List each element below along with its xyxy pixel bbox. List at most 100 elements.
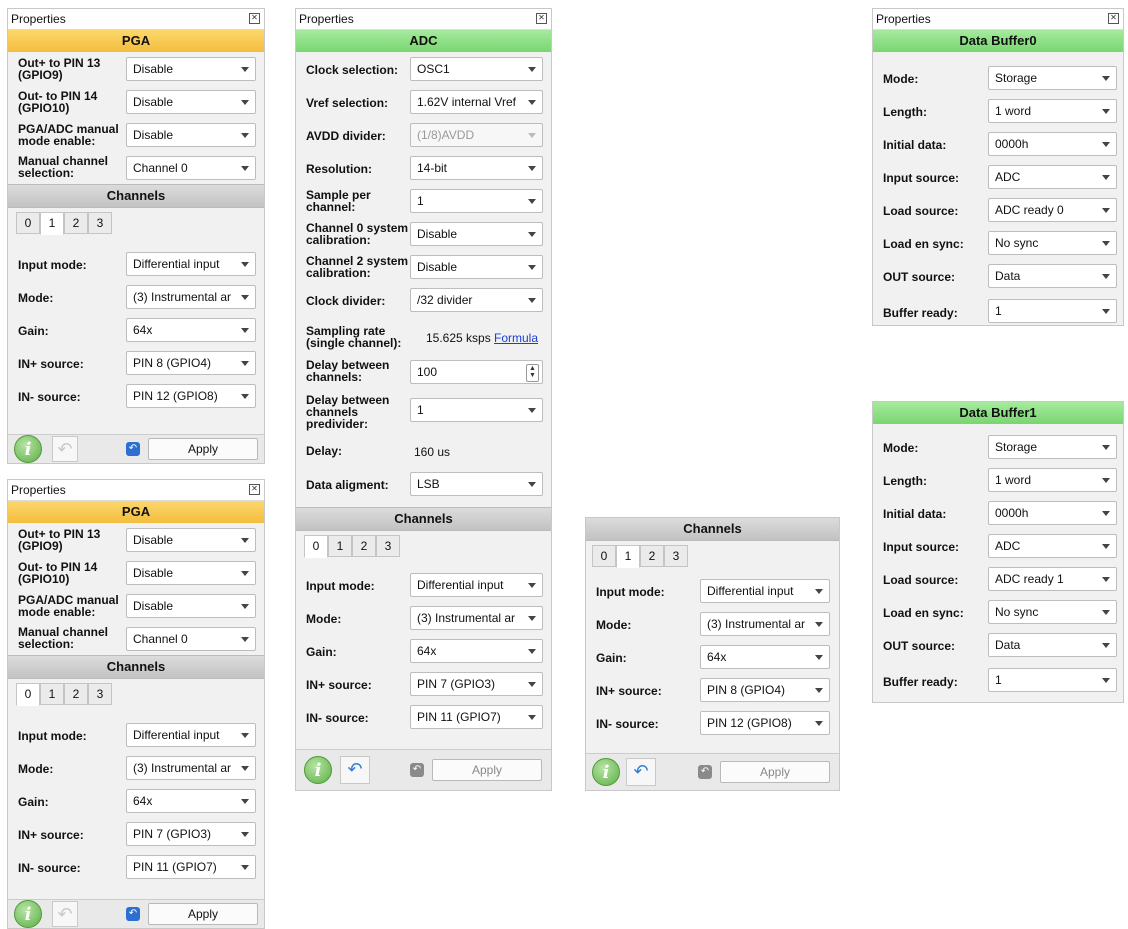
mode-select[interactable]: (3) Instrumental ar — [700, 612, 830, 636]
length-select[interactable]: 1 word — [988, 99, 1117, 123]
undo-icon[interactable]: ↶ — [52, 901, 78, 927]
manual-channel-select[interactable]: Channel 0 — [126, 156, 256, 180]
ch0-calibration-select[interactable]: Disable — [410, 222, 543, 246]
info-icon[interactable]: i — [14, 435, 42, 463]
input-source-select[interactable]: ADC — [988, 165, 1117, 189]
in-minus-select[interactable]: PIN 11 (GPIO7) — [126, 855, 256, 879]
gain-select[interactable]: 64x — [410, 639, 543, 663]
data-alignment-select[interactable]: LSB — [410, 472, 543, 496]
info-icon[interactable]: i — [592, 758, 620, 786]
mode-select[interactable]: Storage — [988, 435, 1117, 459]
buffer-ready-select[interactable]: 1 — [988, 668, 1117, 692]
initial-data-select[interactable]: 0000h — [988, 501, 1117, 525]
manual-mode-select[interactable]: Disable — [126, 123, 256, 147]
in-plus-select[interactable]: PIN 8 (GPIO4) — [700, 678, 830, 702]
out-minus-select[interactable]: Disable — [126, 561, 256, 585]
formula-link[interactable]: Formula — [494, 331, 538, 345]
out-minus-select[interactable]: Disable — [126, 90, 256, 114]
manual-channel-select[interactable]: Channel 0 — [126, 627, 256, 651]
apply-button[interactable]: Apply — [148, 438, 258, 460]
channels-header: Channels — [296, 507, 551, 531]
mode-select[interactable]: (3) Instrumental ar — [410, 606, 543, 630]
mode-select[interactable]: Storage — [988, 66, 1117, 90]
clock-selection-value: OSC1 — [417, 62, 450, 76]
tab-3[interactable]: 3 — [664, 545, 688, 567]
clock-divider-select[interactable]: /32 divider — [410, 288, 543, 312]
sample-per-channel-select[interactable]: 1 — [410, 189, 543, 213]
tab-1[interactable]: 1 — [616, 545, 640, 568]
tab-0[interactable]: 0 — [16, 683, 40, 706]
load-en-sync-select[interactable]: No sync — [988, 231, 1117, 255]
tab-1[interactable]: 1 — [328, 535, 352, 557]
close-icon[interactable]: ✕ — [249, 13, 260, 24]
info-icon[interactable]: i — [304, 756, 332, 784]
tab-3[interactable]: 3 — [88, 683, 112, 705]
tab-2[interactable]: 2 — [64, 212, 88, 234]
small-undo-icon[interactable]: ↶ — [126, 907, 140, 921]
clock-selection-select[interactable]: OSC1 — [410, 57, 543, 81]
tab-1[interactable]: 1 — [40, 212, 64, 235]
in-minus-select[interactable]: PIN 11 (GPIO7) — [410, 705, 543, 729]
input-source-value: ADC — [995, 170, 1021, 184]
close-icon[interactable]: ✕ — [536, 13, 547, 24]
input-mode-select[interactable]: Differential input — [126, 252, 256, 276]
info-icon[interactable]: i — [14, 900, 42, 928]
close-icon[interactable]: ✕ — [249, 484, 260, 495]
apply-button[interactable]: Apply — [432, 759, 542, 781]
tab-2[interactable]: 2 — [352, 535, 376, 557]
out-source-select[interactable]: Data — [988, 264, 1117, 288]
in-plus-select[interactable]: PIN 8 (GPIO4) — [126, 351, 256, 375]
undo-icon[interactable]: ↶ — [52, 436, 78, 462]
in-plus-select[interactable]: PIN 7 (GPIO3) — [126, 822, 256, 846]
avdd-divider-value: (1/8)AVDD — [417, 128, 475, 142]
input-mode-select[interactable]: Differential input — [410, 573, 543, 597]
tab-1[interactable]: 1 — [40, 683, 64, 705]
in-plus-label: IN+ source: — [18, 828, 84, 842]
resolution-select[interactable]: 14-bit — [410, 156, 543, 180]
load-en-sync-select[interactable]: No sync — [988, 600, 1117, 624]
input-mode-select[interactable]: Differential input — [700, 579, 830, 603]
tab-3[interactable]: 3 — [376, 535, 400, 557]
input-mode-value: Differential input — [707, 584, 794, 598]
apply-button[interactable]: Apply — [720, 761, 830, 783]
load-source-select[interactable]: ADC ready 1 — [988, 567, 1117, 591]
tab-0[interactable]: 0 — [304, 535, 328, 558]
out-plus-select[interactable]: Disable — [126, 528, 256, 552]
apply-button[interactable]: Apply — [148, 903, 258, 925]
out-plus-select[interactable]: Disable — [126, 57, 256, 81]
input-source-select[interactable]: ADC — [988, 534, 1117, 558]
tab-3[interactable]: 3 — [88, 212, 112, 234]
input-mode-select[interactable]: Differential input — [126, 723, 256, 747]
buffer-ready-value: 1 — [995, 673, 1002, 687]
tab-0[interactable]: 0 — [592, 545, 616, 567]
undo-icon[interactable]: ↶ — [626, 758, 656, 786]
delay-between-stepper[interactable]: 100 ▲ ▼ — [410, 360, 543, 384]
buffer-ready-select[interactable]: 1 — [988, 299, 1117, 323]
out-source-select[interactable]: Data — [988, 633, 1117, 657]
tab-2[interactable]: 2 — [640, 545, 664, 567]
small-undo-icon[interactable]: ↶ — [126, 442, 140, 456]
chevron-down-icon — [241, 571, 249, 576]
mode-label: Mode: — [306, 612, 342, 626]
mode-select[interactable]: (3) Instrumental ar — [126, 285, 256, 309]
vref-selection-select[interactable]: 1.62V internal Vref — [410, 90, 543, 114]
in-minus-select[interactable]: PIN 12 (GPIO8) — [126, 384, 256, 408]
initial-data-select[interactable]: 0000h — [988, 132, 1117, 156]
gain-select[interactable]: 64x — [126, 318, 256, 342]
gain-select[interactable]: 64x — [126, 789, 256, 813]
delay-predivider-select[interactable]: 1 — [410, 398, 543, 422]
mode-select[interactable]: (3) Instrumental ar — [126, 756, 256, 780]
load-source-select[interactable]: ADC ready 0 — [988, 198, 1117, 222]
chevron-down-icon — [815, 655, 823, 660]
length-select[interactable]: 1 word — [988, 468, 1117, 492]
tab-0[interactable]: 0 — [16, 212, 40, 234]
in-minus-select[interactable]: PIN 12 (GPIO8) — [700, 711, 830, 735]
in-plus-select[interactable]: PIN 7 (GPIO3) — [410, 672, 543, 696]
undo-icon[interactable]: ↶ — [340, 756, 370, 784]
stepper-arrows-icon[interactable]: ▲ ▼ — [526, 364, 539, 382]
manual-mode-select[interactable]: Disable — [126, 594, 256, 618]
ch2-calibration-select[interactable]: Disable — [410, 255, 543, 279]
close-icon[interactable]: ✕ — [1108, 13, 1119, 24]
tab-2[interactable]: 2 — [64, 683, 88, 705]
gain-select[interactable]: 64x — [700, 645, 830, 669]
